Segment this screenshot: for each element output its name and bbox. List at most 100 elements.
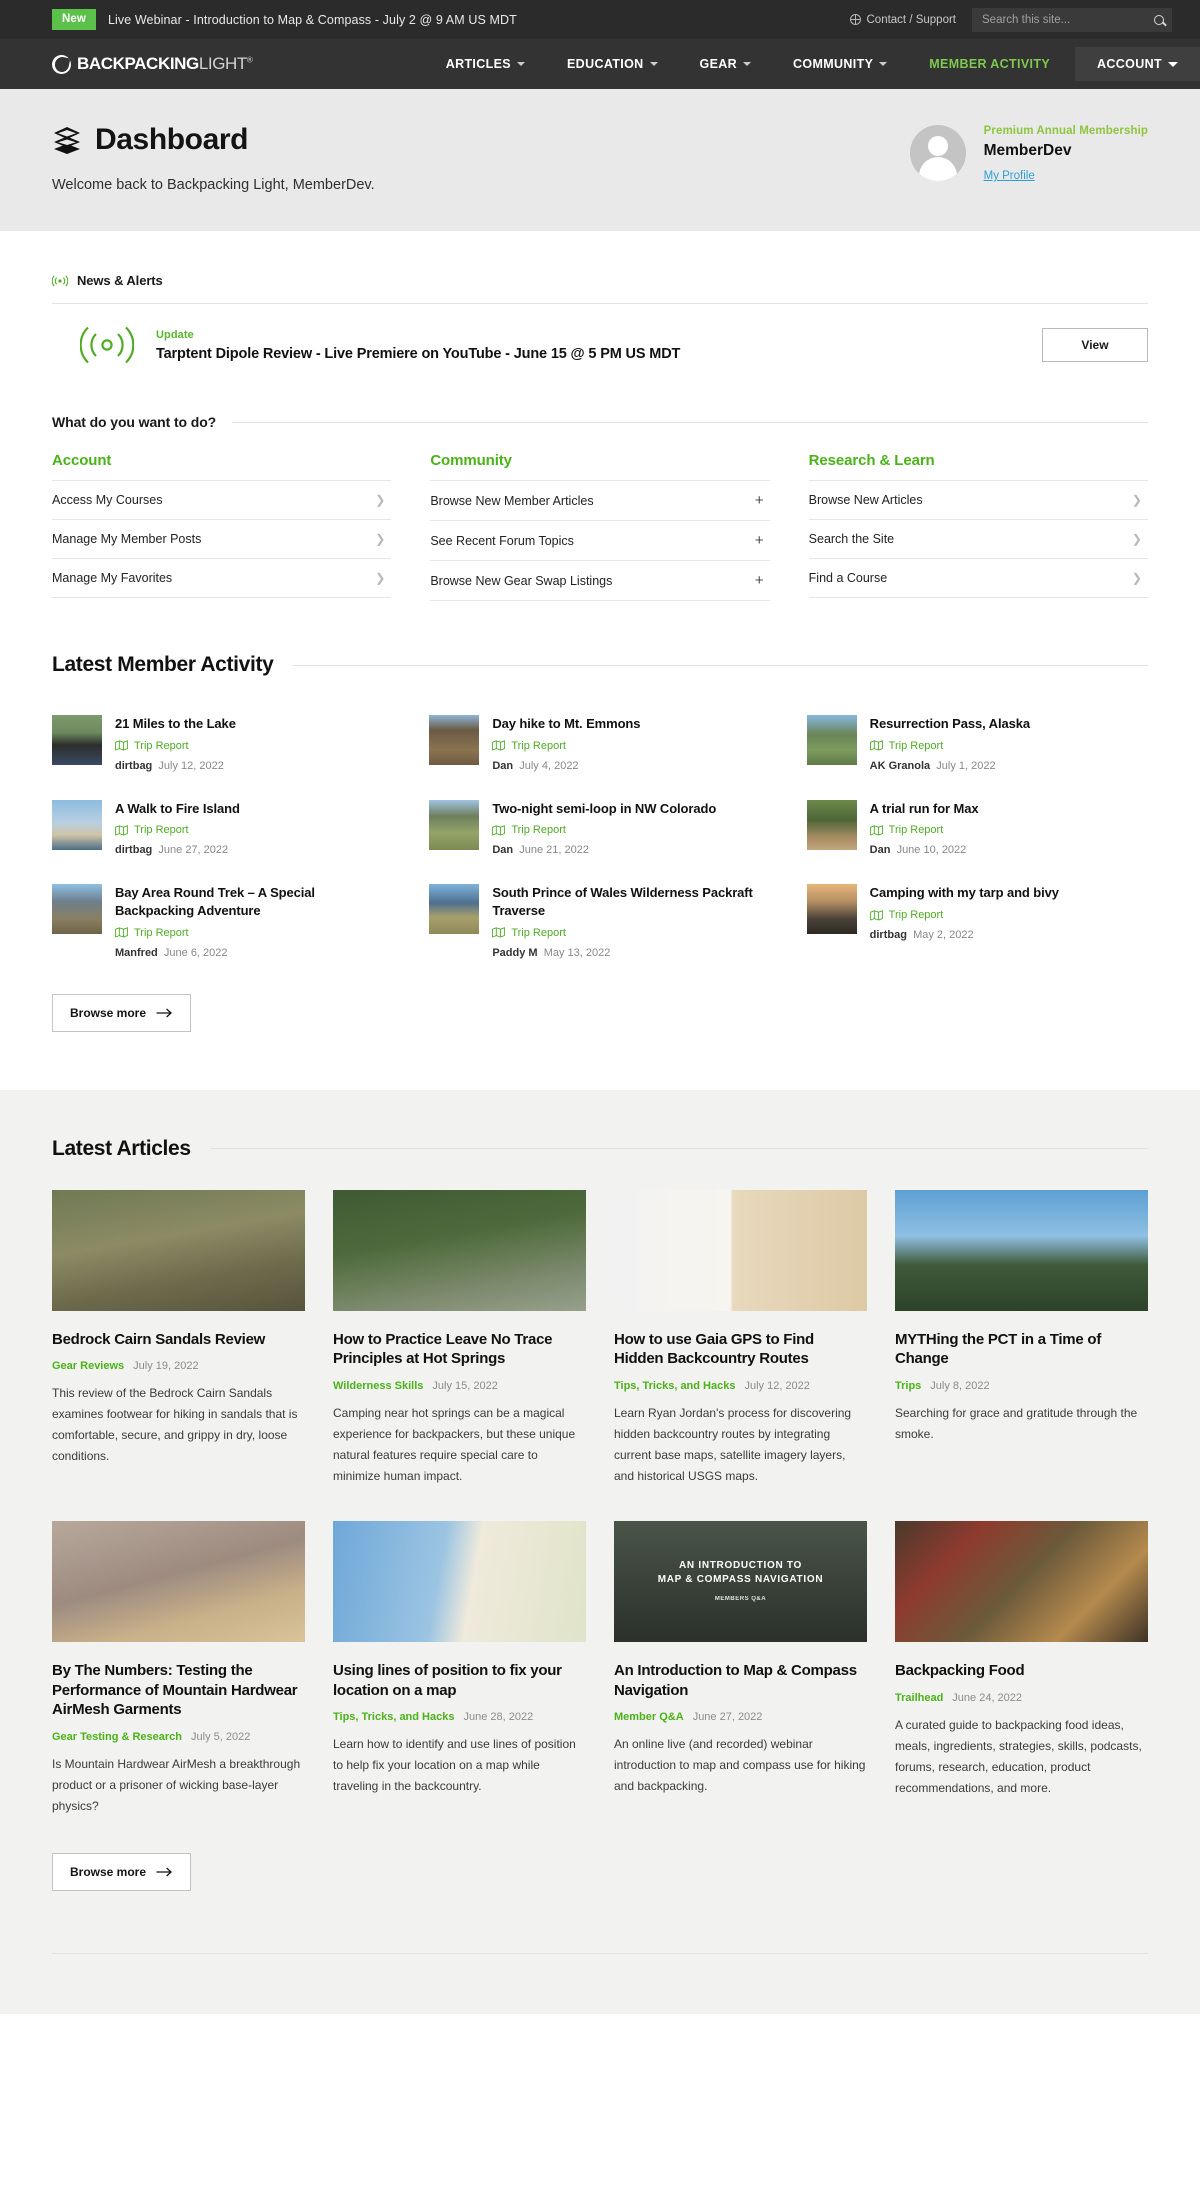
quick-actions-heading: What do you want to do? xyxy=(52,414,1148,430)
nav-item-gear[interactable]: GEAR xyxy=(679,39,773,89)
activity-thumbnail xyxy=(429,715,480,765)
article-image: AN INTRODUCTION TO MAP & COMPASS NAVIGATI… xyxy=(614,1520,867,1642)
article-category[interactable]: Member Q&A xyxy=(614,1711,684,1723)
activity-type-label: Trip Report xyxy=(888,739,944,752)
layers-icon xyxy=(54,127,80,154)
article-image xyxy=(333,1520,586,1642)
action-manage-my-favorites[interactable]: Manage My Favorites ❯ xyxy=(52,559,392,598)
article-category[interactable]: Trips xyxy=(895,1380,921,1392)
activity-type-label: Trip Report xyxy=(511,926,566,939)
map-icon xyxy=(115,824,128,836)
activity-date: June 27, 2022 xyxy=(158,844,229,857)
activity-browse-more-label: Browse more xyxy=(70,1005,147,1020)
nav-item-member-activity[interactable]: MEMBER ACTIVITY xyxy=(908,39,1071,89)
article-category[interactable]: Gear Testing & Research xyxy=(52,1731,182,1743)
action-browse-new-member-articles[interactable]: Browse New Member Articles + xyxy=(430,481,770,521)
article-category[interactable]: Tips, Tricks, and Hacks xyxy=(333,1711,454,1723)
article-title[interactable]: Using lines of position to fix your loca… xyxy=(333,1661,586,1700)
nav-item-education[interactable]: EDUCATION xyxy=(546,39,679,89)
activity-card[interactable]: 21 Miles to the Lake Trip Report dirtbag J… xyxy=(52,704,393,789)
action-find-a-course[interactable]: Find a Course ❯ xyxy=(808,559,1148,598)
member-summary: Premium Annual Membership MemberDev My P… xyxy=(909,123,1148,184)
action-search-the-site[interactable]: Search the Site ❯ xyxy=(808,520,1148,559)
activity-type-label: Trip Report xyxy=(134,926,189,939)
article-title[interactable]: Bedrock Cairn Sandals Review xyxy=(52,1330,305,1350)
search-icon[interactable] xyxy=(1154,14,1164,25)
activity-card[interactable]: South Prince of Wales Wilderness Packraf… xyxy=(429,873,770,975)
article-title[interactable]: MYTHing the PCT in a Time of Change xyxy=(895,1330,1148,1369)
article-date: June 27, 2022 xyxy=(692,1711,763,1724)
page-bottom-divider xyxy=(52,1952,1148,1954)
article-title[interactable]: An Introduction to Map & Compass Navigat… xyxy=(614,1661,867,1700)
activity-title[interactable]: Two-night semi-loop in NW Colorado xyxy=(492,800,770,818)
activity-card[interactable]: Day hike to Mt. Emmons Trip Report Dan Jul… xyxy=(429,704,770,789)
announcement-left: New Live Webinar - Introduction to Map &… xyxy=(52,9,517,30)
activity-title[interactable]: 21 Miles to the Lake xyxy=(115,715,393,733)
article-category[interactable]: Trailhead xyxy=(895,1692,943,1704)
announcement-bar: New Live Webinar - Introduction to Map &… xyxy=(0,0,1200,39)
article-title[interactable]: By The Numbers: Testing the Performance … xyxy=(52,1661,305,1720)
activity-title[interactable]: A Walk to Fire Island xyxy=(115,800,393,818)
article-card[interactable]: By The Numbers: Testing the Performance … xyxy=(52,1520,305,1851)
article-category[interactable]: Gear Reviews xyxy=(52,1360,124,1372)
article-title[interactable]: How to use Gaia GPS to Find Hidden Backc… xyxy=(614,1330,867,1369)
activity-title[interactable]: Resurrection Pass, Alaska xyxy=(870,715,1148,733)
activity-card-body: A trial run for Max Trip Report Dan June 1… xyxy=(870,800,1148,857)
activity-title[interactable]: A trial run for Max xyxy=(870,800,1148,818)
nav-item-articles[interactable]: ARTICLES xyxy=(425,39,546,89)
activity-title[interactable]: Bay Area Round Trek – A Special Backpack… xyxy=(115,884,393,919)
activity-card[interactable]: Bay Area Round Trek – A Special Backpack… xyxy=(52,873,393,975)
action-browse-new-gear-swap-listings[interactable]: Browse New Gear Swap Listings + xyxy=(430,561,770,601)
action-manage-my-member-posts[interactable]: Manage My Member Posts ❯ xyxy=(52,520,392,559)
action-access-my-courses[interactable]: Access My Courses ❯ xyxy=(52,481,392,520)
column-title-research-learn: Research & Learn xyxy=(808,452,935,469)
site-logo[interactable]: BACKPACKINGLIGHT® xyxy=(52,54,253,74)
article-category[interactable]: Tips, Tricks, and Hacks xyxy=(614,1380,735,1392)
member-activity-label: Latest Member Activity xyxy=(52,653,274,676)
article-category[interactable]: Wilderness Skills xyxy=(333,1380,423,1392)
activity-title[interactable]: South Prince of Wales Wilderness Packraf… xyxy=(492,884,770,919)
action-browse-new-articles[interactable]: Browse New Articles ❯ xyxy=(808,481,1148,520)
action-label: Manage My Member Posts xyxy=(52,532,202,546)
article-title[interactable]: How to Practice Leave No Trace Principle… xyxy=(333,1330,586,1369)
activity-card[interactable]: Two-night semi-loop in NW Colorado Trip R… xyxy=(429,789,770,874)
article-card[interactable]: How to Practice Leave No Trace Principle… xyxy=(333,1189,586,1521)
action-see-recent-forum-topics[interactable]: See Recent Forum Topics + xyxy=(430,521,770,561)
search-input[interactable] xyxy=(982,13,1150,26)
article-image-overlay: AN INTRODUCTION TO MAP & COMPASS NAVIGATI… xyxy=(614,1521,867,1642)
site-search[interactable] xyxy=(972,7,1172,32)
article-card[interactable]: Backpacking Food Trailhead June 24, 2022 A … xyxy=(895,1520,1148,1851)
activity-author: Dan xyxy=(869,844,891,857)
activity-card[interactable]: A trial run for Max Trip Report Dan June 1… xyxy=(806,789,1148,874)
activity-type-label: Trip Report xyxy=(888,909,944,922)
news-item-title[interactable]: Tarptent Dipole Review - Live Premiere o… xyxy=(156,346,1020,362)
activity-card-body: Two-night semi-loop in NW Colorado Trip R… xyxy=(492,800,770,857)
article-card[interactable]: AN INTRODUCTION TO MAP & COMPASS NAVIGATI… xyxy=(614,1520,867,1851)
article-card[interactable]: Bedrock Cairn Sandals Review Gear Reviews… xyxy=(52,1189,305,1521)
member-activity-section: Latest Member Activity 21 Miles to the L… xyxy=(52,601,1148,1090)
activity-type-label: Trip Report xyxy=(134,739,189,752)
activity-type-label: Trip Report xyxy=(134,824,189,837)
activity-type: Trip Report xyxy=(492,824,770,836)
activity-card[interactable]: Resurrection Pass, Alaska Trip Report AK G… xyxy=(806,704,1148,789)
announcement-message[interactable]: Live Webinar - Introduction to Map & Com… xyxy=(108,13,517,27)
nav-item-account[interactable]: ACCOUNT xyxy=(1075,47,1200,81)
article-title[interactable]: Backpacking Food xyxy=(895,1661,1148,1681)
activity-browse-more-button[interactable]: Browse more xyxy=(52,993,192,1032)
article-card[interactable]: Using lines of position to fix your loca… xyxy=(333,1520,586,1851)
contact-support-link[interactable]: Contact / Support xyxy=(849,14,956,26)
activity-card[interactable]: Camping with my tarp and bivy Trip Report… xyxy=(806,873,1148,975)
view-button[interactable]: View xyxy=(1042,328,1148,362)
activity-card-body: Resurrection Pass, Alaska Trip Report AK G… xyxy=(870,715,1148,772)
articles-browse-more-button[interactable]: Browse more xyxy=(52,1852,192,1891)
article-card[interactable]: MYTHing the PCT in a Time of Change Trips… xyxy=(895,1189,1148,1521)
main-content: News & Alerts Update Tarptent Dipole Rev… xyxy=(0,231,1200,1090)
activity-title[interactable]: Camping with my tarp and bivy xyxy=(870,884,1148,902)
my-profile-link[interactable]: My Profile xyxy=(984,170,1035,182)
article-card[interactable]: How to use Gaia GPS to Find Hidden Backc… xyxy=(614,1189,867,1521)
avatar[interactable] xyxy=(909,125,966,181)
activity-title[interactable]: Day hike to Mt. Emmons xyxy=(492,715,770,733)
activity-card[interactable]: A Walk to Fire Island Trip Report dirtbag … xyxy=(52,789,393,874)
nav-item-community[interactable]: COMMUNITY xyxy=(772,39,908,89)
activity-date: June 10, 2022 xyxy=(896,844,967,857)
